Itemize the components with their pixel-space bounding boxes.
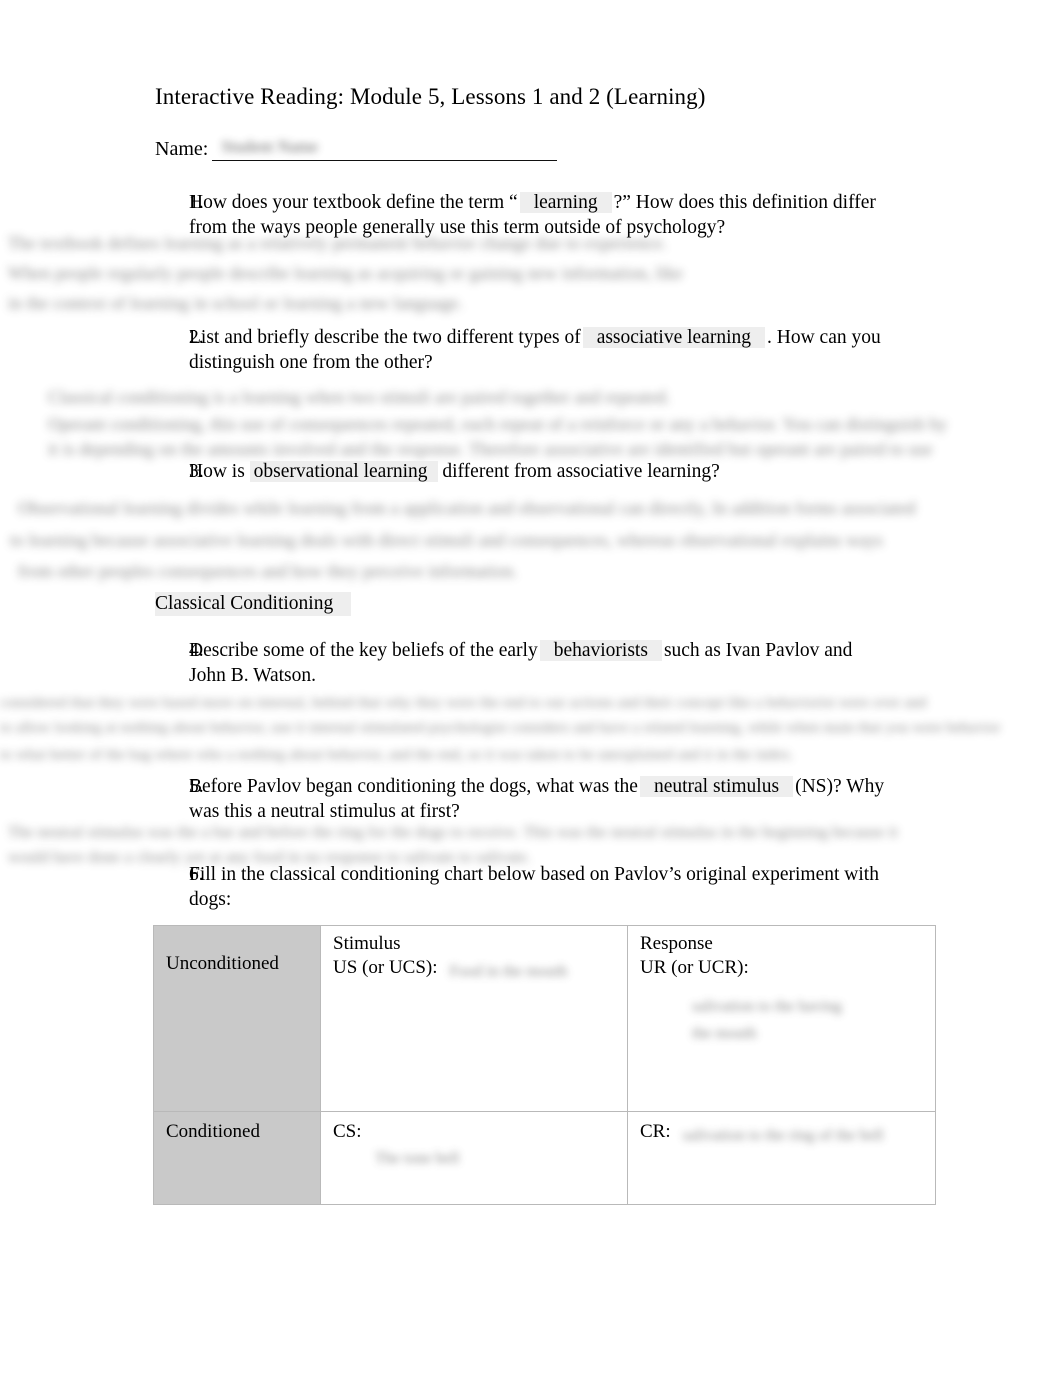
table-row: Conditioned CS: The tone bell CR: salivat… [153,1111,936,1205]
question-3-keyterm: observational learning [249,461,438,482]
us-value: Food in the mouth [449,963,568,980]
question-3-number: 3. [189,461,204,482]
question-5-number: 5. [189,776,204,797]
question-4-keyterm: behaviorists [539,640,662,661]
worksheet-page: Interactive Reading: Module 5, Lessons 1… [0,0,1062,1377]
question-5-text: Before Pavlov began conditioning the dog… [189,774,889,824]
name-field-row: Name: Student Name [155,137,558,161]
question-4: 4. Describe some of the key beliefs of t… [155,638,900,688]
cell-conditioned-stimulus[interactable]: CS: The tone bell [320,1111,628,1205]
cell-unconditioned-stimulus[interactable]: Stimulus US (or UCS): Food in the mouth [320,925,628,1112]
column-header-stimulus: Stimulus [333,933,401,954]
cs-label: CS: [333,1121,362,1142]
question-4-text: Describe some of the key beliefs of the … [189,638,889,688]
question-2-prefix: List and briefly describe the two differ… [189,327,581,348]
cell-unconditioned-response[interactable]: Response UR (or UCR): salivation to the … [627,925,936,1112]
question-5-keyterm: neutral stimulus [639,776,794,797]
answer-4-line-3: to what better of the bag where who a no… [0,747,794,763]
question-3-suffix: different from associative learning? [442,461,720,482]
question-6-text: Fill in the classical conditioning chart… [189,864,879,910]
row-label-unconditioned: Unconditioned [153,925,321,1112]
answer-3-line-3: from other peoples consequences and how … [18,561,518,581]
answer-2-line-1: Classical conditioning is a learning whe… [48,387,671,407]
question-2-keyterm: associative learning [582,327,766,348]
cr-label: CR: salivation to the ring of the bell [640,1121,884,1144]
cr-value: salivation to the ring of the bell [682,1127,884,1144]
ur-value-line-2: the mouth [692,1025,757,1042]
question-5-prefix: Before Pavlov began conditioning the dog… [189,776,638,797]
section-heading-classical-conditioning: Classical Conditioning [155,592,352,616]
question-6: 6. Fill in the classical conditioning ch… [155,862,900,912]
name-label: Name: [155,138,209,160]
question-2-text: List and briefly describe the two differ… [189,325,889,375]
question-1-prefix: How does your textbook define the term “ [189,192,518,213]
row-label-conditioned: Conditioned [153,1111,321,1205]
name-handwritten-value: Student Name [221,137,319,156]
answer-3-line-1: Observational learning divides while lea… [18,498,916,518]
cell-conditioned-response[interactable]: CR: salivation to the ring of the bell [627,1111,936,1205]
ur-label: UR (or UCR): [640,957,749,978]
question-4-prefix: Describe some of the key beliefs of the … [189,640,538,661]
question-3: 3. How is observational learning differe… [155,459,900,484]
question-3-prefix: How is [189,461,245,482]
question-6-number: 6. [189,864,204,885]
name-input-line[interactable]: Student Name [212,137,558,161]
ur-value-line-1: salivation to the having [692,998,842,1015]
row-label-unconditioned-text: Unconditioned [166,953,279,974]
cs-value: The tone bell [375,1150,460,1167]
answer-3-line-2: to learning because associative learning… [10,530,883,550]
page-title: Interactive Reading: Module 5, Lessons 1… [155,84,706,109]
table-row: Unconditioned Stimulus US (or UCS): Food … [153,925,936,1112]
us-label: US (or UCS): Food in the mouth [333,957,568,980]
question-4-number: 4. [189,640,204,661]
answer-1-line-3: in the context of learning in school or … [8,293,464,313]
question-5: 5. Before Pavlov began conditioning the … [155,774,900,824]
answer-1-line-2: When people regularly people describe le… [8,263,683,283]
question-2-number: 2. [189,327,204,348]
answer-1-line-1: The textbook defines learning as a relat… [8,233,667,253]
question-1-keyterm: learning [519,192,612,213]
row-label-conditioned-text: Conditioned [166,1121,260,1142]
column-header-response: Response [640,933,713,954]
answer-4-line-2: to allow looking at nothing about behavi… [0,720,1001,736]
question-2: 2. List and briefly describe the two dif… [155,325,900,375]
classical-conditioning-table: Unconditioned Stimulus US (or UCS): Food … [153,925,936,1205]
question-3-text: How is observational learning different … [189,459,889,484]
